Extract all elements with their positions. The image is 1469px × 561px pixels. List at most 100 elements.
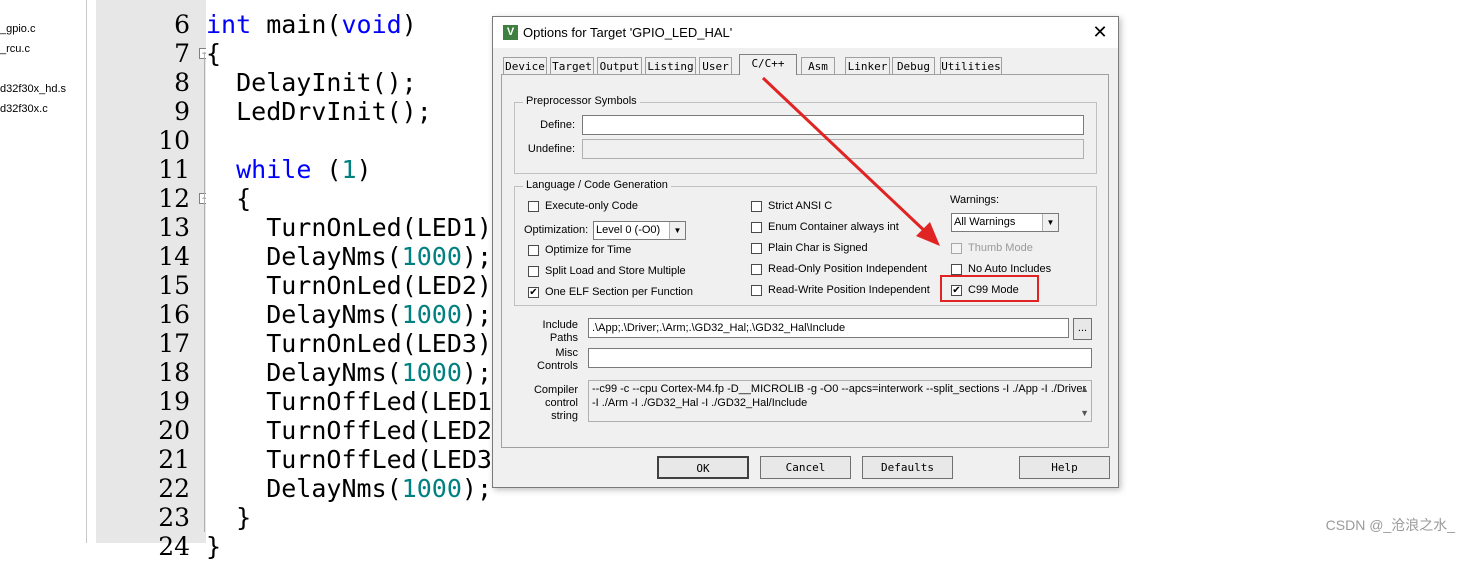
code-editor[interactable]: int main(void){ DelayInit(); LedDrvInit(… (206, 0, 506, 561)
code-line: TurnOnLed(LED3) (206, 329, 492, 358)
code-line: DelayNms(1000); (206, 300, 492, 329)
code-token: ); (461, 242, 492, 271)
line-number: 21 (158, 445, 190, 474)
optimization-label: Optimization: (524, 224, 589, 236)
chevron-down-icon: ▼ (669, 222, 685, 239)
enum-container-label: Enum Container always int (768, 221, 899, 233)
keyword-token: void (341, 10, 402, 39)
strict-ansi-label: Strict ANSI C (768, 200, 833, 212)
no-auto-includes-checkbox[interactable] (951, 264, 962, 275)
one-elf-label: One ELF Section per Function (545, 286, 693, 298)
enum-container-checkbox[interactable] (751, 222, 762, 233)
include-paths-input[interactable]: .\App;.\Driver;.\Arm;.\GD32_Hal;.\GD32_H… (588, 318, 1069, 338)
line-number: 11 (158, 155, 190, 184)
optimization-select[interactable]: Level 0 (-O0) ▼ (593, 221, 686, 240)
tab-listing[interactable]: Listing (645, 57, 696, 74)
project-file-tree: _gpio.c _rcu.c d32f30x_hd.s d32f30x.c (0, 0, 87, 543)
code-line: TurnOffLed(LED3 (206, 445, 492, 474)
undefine-label: Undefine: (527, 143, 575, 155)
code-token: DelayInit(); (206, 68, 417, 97)
code-token: main( (251, 10, 342, 39)
strict-ansi-checkbox[interactable] (751, 201, 762, 212)
code-token: ); (461, 300, 492, 329)
split-load-label: Split Load and Store Multiple (545, 265, 686, 277)
code-token: { (206, 39, 222, 68)
optimize-time-checkbox[interactable] (528, 245, 539, 256)
no-auto-includes-label: No Auto Includes (968, 263, 1052, 275)
file-item[interactable]: _gpio.c (0, 23, 35, 35)
tab-output[interactable]: Output (597, 57, 642, 74)
dialog-title: Options for Target 'GPIO_LED_HAL' (523, 25, 733, 40)
misc-controls-label-line: Misc (555, 347, 578, 359)
ropi-checkbox[interactable] (751, 264, 762, 275)
warnings-select[interactable]: All Warnings ▼ (951, 213, 1059, 232)
dialog-titlebar[interactable]: V Options for Target 'GPIO_LED_HAL' ✕ (493, 17, 1118, 48)
code-token: TurnOnLed(LED2) (206, 271, 492, 300)
cancel-button[interactable]: Cancel (760, 456, 851, 479)
warnings-value: All Warnings (954, 216, 1016, 228)
include-paths-label: Include Paths (512, 319, 578, 345)
code-token: DelayNms( (206, 474, 402, 503)
warnings-label: Warnings: (950, 194, 1000, 206)
file-item[interactable]: d32f30x_hd.s (0, 83, 66, 95)
tab-debug[interactable]: Debug (892, 57, 935, 74)
line-number: 22 (158, 474, 190, 503)
highlight-box (940, 275, 1039, 302)
code-line: } (206, 503, 251, 532)
keyword-token: while (236, 155, 312, 184)
code-line: TurnOffLed(LED2 (206, 416, 492, 445)
misc-controls-label: Misc Controls (512, 347, 578, 373)
ok-button[interactable]: OK (657, 456, 749, 479)
compiler-control-string[interactable]: --c99 -c --cpu Cortex-M4.fp -D__MICROLIB… (588, 380, 1092, 422)
line-number: 9 (174, 97, 190, 126)
defaults-button[interactable]: Defaults (862, 456, 953, 479)
close-button[interactable]: ✕ (1090, 22, 1110, 42)
tab-c-cpp[interactable]: C/C++ (739, 54, 797, 75)
browse-include-paths-button[interactable]: ... (1073, 318, 1092, 340)
code-line: LedDrvInit(); (206, 97, 432, 126)
c-cpp-tab-panel: Preprocessor Symbols Define: Undefine: L… (501, 74, 1109, 448)
execute-only-checkbox[interactable] (528, 201, 539, 212)
tab-asm[interactable]: Asm (801, 57, 835, 74)
split-load-checkbox[interactable] (528, 266, 539, 277)
code-token: TurnOffLed(LED3 (206, 445, 492, 474)
compiler-string-line: --c99 -c --cpu Cortex-M4.fp -D__MICROLIB… (592, 383, 1087, 395)
misc-controls-input[interactable] (588, 348, 1092, 368)
tab-user[interactable]: User (699, 57, 732, 74)
code-line: TurnOnLed(LED1) (206, 213, 492, 242)
code-token: TurnOnLed(LED3) (206, 329, 492, 358)
number-token: 1000 (401, 474, 462, 503)
code-token: DelayNms( (206, 300, 402, 329)
number-token: 1 (341, 155, 357, 184)
define-label: Define: (540, 119, 575, 131)
code-token: DelayNms( (206, 242, 402, 271)
tab-target[interactable]: Target (550, 57, 594, 74)
rwpi-checkbox[interactable] (751, 285, 762, 296)
tab-device[interactable]: Device (503, 57, 547, 74)
number-token: 1000 (401, 300, 462, 329)
misc-controls-label-line: Controls (537, 360, 578, 372)
scroll-up-icon[interactable]: ▲ (1080, 382, 1089, 396)
code-token: ) (356, 155, 372, 184)
line-number: 8 (174, 68, 190, 97)
plain-char-checkbox[interactable] (751, 243, 762, 254)
file-item[interactable]: _rcu.c (0, 43, 30, 55)
code-token: TurnOffLed(LED2 (206, 416, 492, 445)
code-line: int main(void) (206, 10, 417, 39)
one-elf-checkbox[interactable]: ✔ (528, 287, 539, 298)
code-line: DelayNms(1000); (206, 474, 492, 503)
scroll-down-icon[interactable]: ▼ (1080, 406, 1089, 420)
thumb-mode-label: Thumb Mode (968, 242, 1033, 254)
line-number: 24 (158, 532, 190, 561)
define-input[interactable] (582, 115, 1084, 135)
tab-utilities[interactable]: Utilities (940, 57, 1002, 74)
line-number: 12 (158, 184, 190, 213)
file-item[interactable]: d32f30x.c (0, 103, 48, 115)
include-paths-label-line: Paths (549, 332, 578, 344)
line-number: 14 (158, 242, 190, 271)
tab-linker[interactable]: Linker (845, 57, 890, 74)
line-number: 17 (158, 329, 190, 358)
code-line: } (206, 532, 221, 561)
compiler-string-line: -I ./Arm -I ./GD32_Hal -I ./GD32_Hal/Inc… (592, 397, 808, 409)
help-button[interactable]: Help (1019, 456, 1110, 479)
